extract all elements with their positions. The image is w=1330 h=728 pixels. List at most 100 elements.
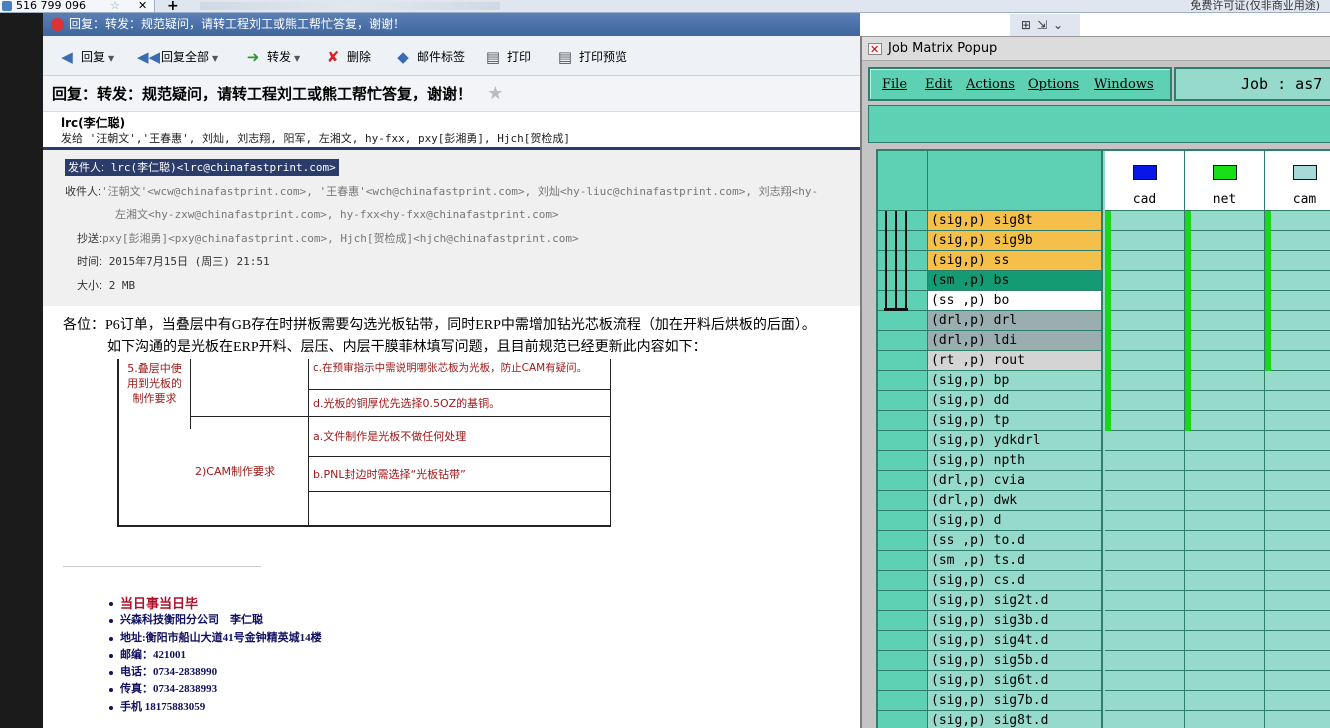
star-icon[interactable]: ☆ xyxy=(110,0,120,11)
layer-name-cell[interactable]: (sig,p) sig6t.d xyxy=(928,671,1103,691)
matrix-cell-cam[interactable] xyxy=(1265,271,1330,291)
from-value[interactable]: lrc(李仁聪)<lrc@chinafastprint.com> xyxy=(111,161,336,174)
matrix-cell-cad[interactable] xyxy=(1105,271,1185,291)
matrix-cell-cam[interactable] xyxy=(1265,571,1330,591)
layer-name-cell[interactable]: (sig,p) sig5b.d xyxy=(928,651,1103,671)
layer-name-cell[interactable]: (sig,p) bp xyxy=(928,371,1103,391)
menu-edit[interactable]: Edit xyxy=(925,77,952,92)
matrix-cell-cam[interactable] xyxy=(1265,551,1330,571)
matrix-cell-net[interactable] xyxy=(1185,551,1265,571)
matrix-cell-net[interactable] xyxy=(1185,251,1265,271)
matrix-cell-cad[interactable] xyxy=(1105,431,1185,451)
matrix-cell-cad[interactable] xyxy=(1105,711,1185,728)
matrix-cell-cad[interactable] xyxy=(1105,511,1185,531)
matrix-cell-cam[interactable] xyxy=(1265,231,1330,251)
matrix-cell-net[interactable] xyxy=(1185,371,1265,391)
layer-name-cell[interactable]: (sig,p) dd xyxy=(928,391,1103,411)
matrix-cell-cad[interactable] xyxy=(1105,351,1185,371)
matrix-cell-net[interactable] xyxy=(1185,471,1265,491)
layer-name-cell[interactable]: (sig,p) sig4t.d xyxy=(928,631,1103,651)
matrix-cell-net[interactable] xyxy=(1185,491,1265,511)
matrix-cell-cam[interactable] xyxy=(1265,711,1330,728)
layer-name-cell[interactable]: (ss ,p) to.d xyxy=(928,531,1103,551)
matrix-cell-cad[interactable] xyxy=(1105,631,1185,651)
matrix-cell-cad[interactable] xyxy=(1105,611,1185,631)
matrix-cell-net[interactable] xyxy=(1185,711,1265,728)
matrix-cell-net[interactable] xyxy=(1185,271,1265,291)
matrix-cell-cam[interactable] xyxy=(1265,451,1330,471)
matrix-cell-cad[interactable] xyxy=(1105,311,1185,331)
matrix-cell-cad[interactable] xyxy=(1105,451,1185,471)
layer-name-cell[interactable]: (sig,p) ss xyxy=(928,251,1103,271)
matrix-cell-cad[interactable] xyxy=(1105,551,1185,571)
matrix-cell-net[interactable] xyxy=(1185,591,1265,611)
matrix-cell-cam[interactable] xyxy=(1265,211,1330,231)
layer-name-cell[interactable]: (sig,p) sig3b.d xyxy=(928,611,1103,631)
menu-file[interactable]: File xyxy=(882,77,907,92)
menu-actions[interactable]: Actions xyxy=(966,77,1015,92)
matrix-cell-net[interactable] xyxy=(1185,211,1265,231)
matrix-cell-cam[interactable] xyxy=(1265,491,1330,511)
matrix-cell-cad[interactable] xyxy=(1105,251,1185,271)
matrix-cell-cam[interactable] xyxy=(1265,471,1330,491)
matrix-cell-net[interactable] xyxy=(1185,451,1265,471)
matrix-cell-net[interactable] xyxy=(1185,691,1265,711)
layer-name-cell[interactable]: (drl,p) cvia xyxy=(928,471,1103,491)
matrix-cell-cad[interactable] xyxy=(1105,331,1185,351)
matrix-cell-net[interactable] xyxy=(1185,391,1265,411)
window-controls[interactable]: ⊞⇲⌄ xyxy=(1010,14,1080,36)
layer-name-cell[interactable]: (sig,p) cs.d xyxy=(928,571,1103,591)
layer-name-cell[interactable]: (sig,p) tp xyxy=(928,411,1103,431)
matrix-cell-cad[interactable] xyxy=(1105,371,1185,391)
layer-name-cell[interactable]: (sig,p) sig2t.d xyxy=(928,591,1103,611)
matrix-cell-cad[interactable] xyxy=(1105,571,1185,591)
layer-name-cell[interactable]: (drl,p) dwk xyxy=(928,491,1103,511)
cc-value[interactable]: pxy[彭湘勇]<pxy@chinafastprint.com>, Hjch[贺… xyxy=(102,232,579,245)
menu-options[interactable]: Options xyxy=(1028,77,1079,92)
layer-name-cell[interactable]: (drl,p) ldi xyxy=(928,331,1103,351)
matrix-cell-net[interactable] xyxy=(1185,571,1265,591)
matrix-cell-cam[interactable] xyxy=(1265,391,1330,411)
layer-name-cell[interactable]: (sig,p) sig9b xyxy=(928,231,1103,251)
close-icon[interactable]: ✕ xyxy=(138,0,147,11)
chevron-down-icon[interactable]: ▼ xyxy=(108,54,114,63)
matrix-cell-cad[interactable] xyxy=(1105,591,1185,611)
print-preview-button[interactable]: ▤ 打印预览 xyxy=(555,48,627,66)
matrix-cell-net[interactable] xyxy=(1185,311,1265,331)
matrix-cell-cad[interactable] xyxy=(1105,671,1185,691)
matrix-cell-net[interactable] xyxy=(1185,671,1265,691)
matrix-cell-net[interactable] xyxy=(1185,531,1265,551)
matrix-cell-cam[interactable] xyxy=(1265,671,1330,691)
matrix-cell-net[interactable] xyxy=(1185,351,1265,371)
matrix-cell-net[interactable] xyxy=(1185,651,1265,671)
mail-tag-button[interactable]: ◆ 邮件标签 xyxy=(393,48,465,66)
forward-button[interactable]: ➜ 转发 ▼ xyxy=(243,48,300,66)
matrix-cell-cam[interactable] xyxy=(1265,651,1330,671)
matrix-cell-cad[interactable] xyxy=(1105,531,1185,551)
matrix-cell-cad[interactable] xyxy=(1105,411,1185,431)
column-header-cam[interactable]: cam xyxy=(1265,151,1330,211)
layer-name-cell[interactable]: (sig,p) sig7b.d xyxy=(928,691,1103,711)
matrix-cell-cam[interactable] xyxy=(1265,331,1330,351)
layer-name-cell[interactable]: (sig,p) npth xyxy=(928,451,1103,471)
matrix-cell-cam[interactable] xyxy=(1265,691,1330,711)
matrix-cell-net[interactable] xyxy=(1185,611,1265,631)
matrix-cell-cam[interactable] xyxy=(1265,411,1330,431)
matrix-cell-net[interactable] xyxy=(1185,431,1265,451)
matrix-cell-cam[interactable] xyxy=(1265,531,1330,551)
matrix-cell-net[interactable] xyxy=(1185,411,1265,431)
reply-button[interactable]: ◀ 回复 ▼ xyxy=(57,48,114,66)
matrix-cell-cam[interactable] xyxy=(1265,431,1330,451)
layer-name-cell[interactable]: (ss ,p) bo xyxy=(928,291,1103,311)
column-header-cad[interactable]: cad xyxy=(1105,151,1185,211)
matrix-cell-cam[interactable] xyxy=(1265,351,1330,371)
chevron-down-icon[interactable]: ▼ xyxy=(294,54,300,63)
menu-windows[interactable]: Windows xyxy=(1094,77,1154,92)
matrix-cell-cam[interactable] xyxy=(1265,311,1330,331)
matrix-cell-cad[interactable] xyxy=(1105,231,1185,251)
matrix-cell-cam[interactable] xyxy=(1265,611,1330,631)
matrix-cell-net[interactable] xyxy=(1185,631,1265,651)
new-tab-icon[interactable]: + xyxy=(167,0,179,12)
to-value-continued[interactable]: 左湘文<hy-zxw@chinafastprint.com>, hy-fxx<h… xyxy=(115,208,559,221)
delete-button[interactable]: ✘ 删除 xyxy=(323,48,371,66)
